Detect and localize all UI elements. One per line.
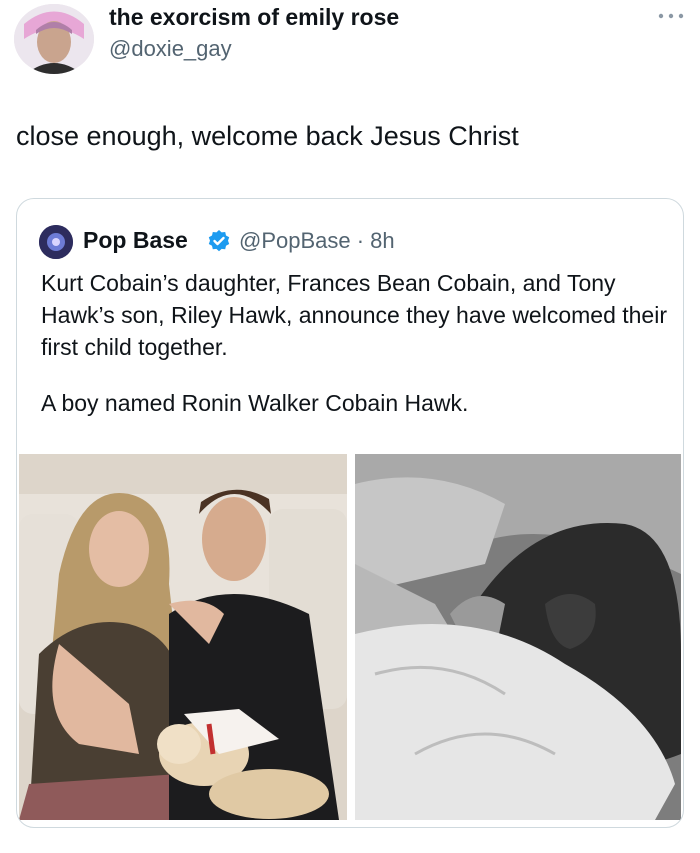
quoted-tweet-card[interactable]: Pop Base @PopBase · 8h Kurt Cobain’s dau… (16, 198, 684, 828)
author-avatar[interactable] (14, 4, 94, 74)
quoted-paragraph-1: Kurt Cobain’s daughter, Frances Bean Cob… (41, 270, 667, 360)
quoted-author-name[interactable]: Pop Base (83, 227, 188, 254)
quoted-author-avatar[interactable] (39, 225, 73, 259)
baby-photo[interactable] (355, 454, 681, 820)
tweet-text: close enough, welcome back Jesus Christ (16, 121, 519, 151)
quoted-tweet-text: Kurt Cobain’s daughter, Frances Bean Cob… (41, 267, 671, 443)
couple-photo[interactable] (19, 454, 347, 820)
author-name[interactable]: the exorcism of emily rose (109, 4, 399, 31)
quoted-paragraph-2: A boy named Ronin Walker Cobain Hawk. (41, 390, 469, 416)
verified-badge-icon (207, 229, 231, 253)
author-handle[interactable]: @doxie_gay (109, 36, 232, 62)
quoted-author-handle[interactable]: @PopBase · 8h (239, 228, 395, 254)
more-options-icon[interactable] (656, 8, 686, 24)
